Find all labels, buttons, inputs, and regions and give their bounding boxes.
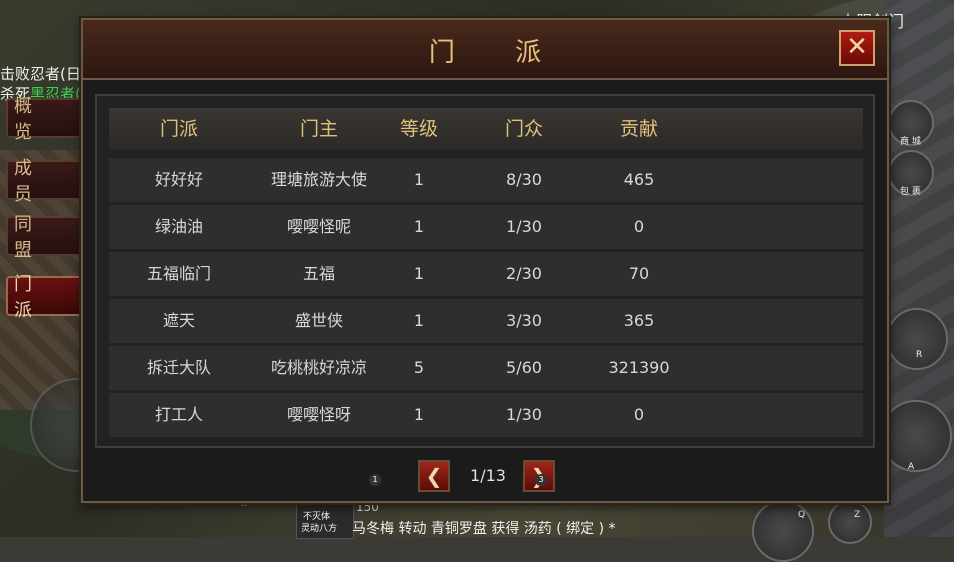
pagination: 1 ❮ 1/13 ❯ 3 — [83, 460, 887, 494]
system-message: 马冬梅 转动 青铜罗盘 获得 汤药 ( 绑定 ) * — [352, 521, 616, 537]
bag-label: 包 裹 — [900, 187, 921, 197]
key-q-label: Q — [798, 510, 806, 520]
cell-sect: 遮天 — [162, 311, 195, 330]
table-row[interactable]: 打工人 嘤嘤怪呀 1 1/30 0 — [109, 393, 863, 437]
cell-leader: 吃桃桃好凉凉 — [270, 358, 367, 377]
cell-level: 1 — [413, 170, 425, 189]
cell-sect: 打工人 — [154, 405, 203, 424]
dialog-title: 门 派 — [428, 38, 568, 68]
close-button[interactable]: ✕ — [839, 30, 875, 66]
cell-contribution: 70 — [628, 264, 650, 283]
cell-level: 5 — [413, 358, 425, 377]
badge-1: 1 — [369, 474, 381, 486]
cell-leader: 盛世侠 — [294, 311, 343, 330]
attack-button[interactable]: A — [880, 400, 952, 472]
page-indicator: 1/13 — [470, 466, 506, 485]
cell-members: 2/30 — [506, 264, 542, 283]
col-leader: 门主 — [299, 118, 338, 140]
table-row[interactable]: 五福临门 五福 1 2/30 70 — [109, 252, 863, 296]
buff-2: 灵动八方 — [301, 524, 338, 534]
skill-q-button[interactable]: Q — [752, 500, 814, 562]
cell-leader: 嘤嘤怪呢 — [286, 217, 351, 236]
cell-leader: 五福 — [302, 264, 335, 283]
cell-contribution: 0 — [633, 405, 645, 424]
cell-level: 1 — [413, 405, 425, 424]
chat-line: 击败忍者(日 — [0, 65, 81, 83]
col-members: 门众 — [504, 118, 543, 140]
close-icon: ✕ — [846, 32, 868, 62]
sect-dialog: 门 派 ✕ 门派 门主 等级 门众 贡献 好好好 理塘旅游大使 1 8/30 4… — [81, 18, 889, 503]
cell-members: 1/30 — [506, 405, 542, 424]
cell-members: 8/30 — [506, 170, 542, 189]
key-a-label: A — [908, 462, 915, 472]
tab-members[interactable]: 成 员 — [6, 158, 86, 205]
cell-leader: 理塘旅游大使 — [270, 170, 367, 189]
cell-level: 1 — [413, 311, 425, 330]
col-sect: 门派 — [159, 118, 198, 140]
key-r-label: R — [916, 350, 923, 360]
cell-contribution: 465 — [623, 170, 655, 189]
tab-sect[interactable]: 门 派 — [6, 274, 86, 321]
table-header: 门派 门主 等级 门众 贡献 — [109, 108, 863, 150]
cell-contribution: 321390 — [608, 358, 670, 377]
cell-sect: 好好好 — [154, 170, 203, 189]
skill-r-button[interactable]: R — [886, 308, 948, 370]
chevron-left-icon: ❮ — [425, 464, 443, 488]
shop-button[interactable]: 商 城 — [888, 100, 934, 147]
tab-overview[interactable]: 概 览 — [6, 96, 86, 143]
col-contribution: 贡献 — [619, 118, 658, 140]
table-row[interactable]: 好好好 理塘旅游大使 1 8/30 465 — [109, 158, 863, 202]
table-row[interactable]: 拆迁大队 吃桃桃好凉凉 5 5/60 321390 — [109, 346, 863, 390]
table-row[interactable]: 遮天 盛世侠 1 3/30 365 — [109, 299, 863, 343]
skill-z-button[interactable]: Z — [828, 500, 872, 544]
bag-button[interactable]: 包 裹 — [888, 150, 934, 197]
col-level: 等级 — [399, 118, 438, 140]
cell-contribution: 0 — [633, 217, 645, 236]
shop-label: 商 城 — [900, 137, 921, 147]
cell-contribution: 365 — [623, 311, 655, 330]
cell-members: 5/60 — [506, 358, 542, 377]
tab-alliance[interactable]: 同 盟 — [6, 214, 86, 261]
cell-level: 1 — [413, 217, 425, 236]
key-z-label: Z — [854, 510, 861, 520]
table-row[interactable]: 绿油油 嘤嘤怪呢 1 1/30 0 — [109, 205, 863, 249]
cell-level: 1 — [413, 264, 425, 283]
cell-sect: 五福临门 — [146, 264, 211, 283]
dialog-titlebar: 门 派 ✕ — [83, 20, 887, 80]
prev-page-button[interactable]: ❮ — [418, 460, 450, 492]
cell-members: 3/30 — [506, 311, 542, 330]
badge-3: 3 — [535, 474, 547, 486]
cell-sect: 拆迁大队 — [146, 358, 211, 377]
cell-members: 1/30 — [506, 217, 542, 236]
sect-table-panel: 门派 门主 等级 门众 贡献 好好好 理塘旅游大使 1 8/30 465 绿油油… — [95, 94, 875, 448]
cell-sect: 绿油油 — [154, 217, 203, 236]
cell-leader: 嘤嘤怪呀 — [286, 405, 351, 424]
